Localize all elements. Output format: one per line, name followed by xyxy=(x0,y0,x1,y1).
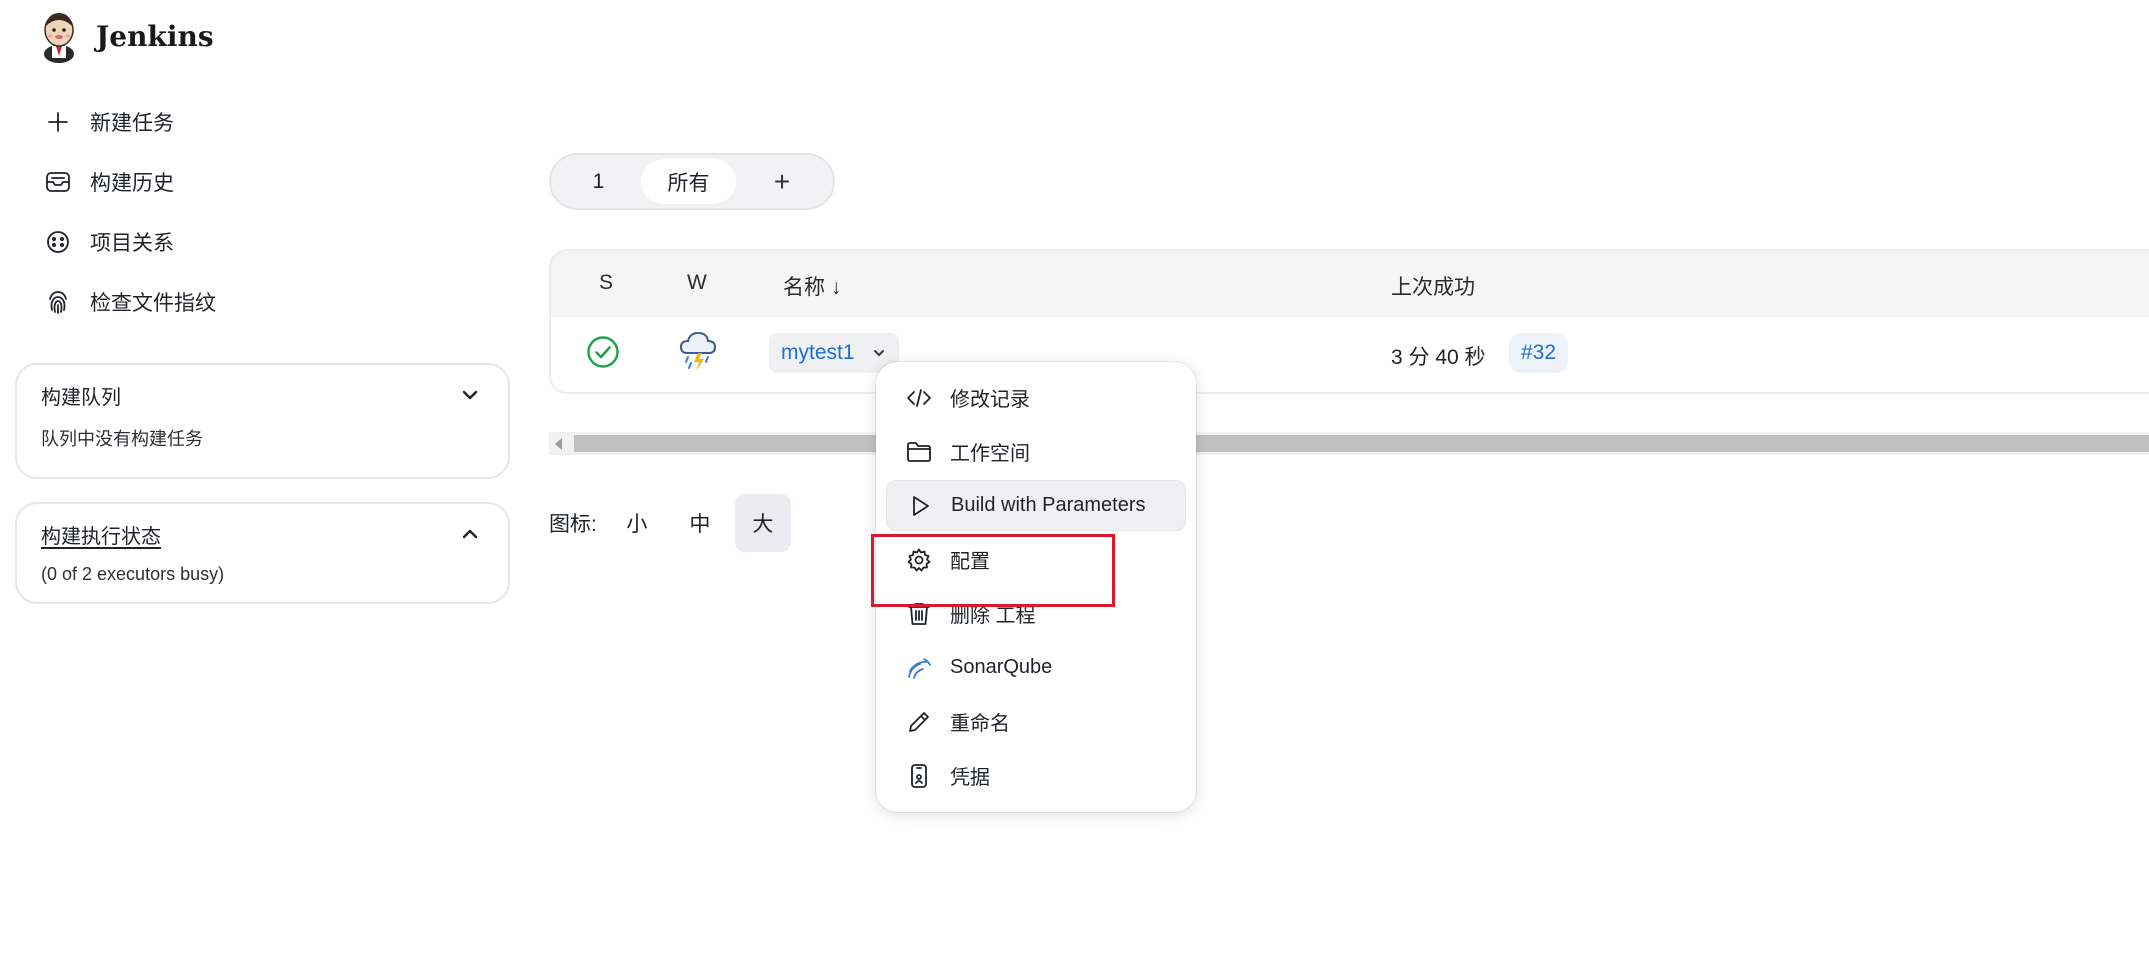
relationship-icon xyxy=(47,231,69,253)
menu-item-rename[interactable]: 重命名 xyxy=(886,696,1186,747)
credentials-icon xyxy=(911,763,927,788)
menu-item-changes[interactable]: 修改记录 xyxy=(886,372,1186,423)
icon-size-large[interactable]: 大 xyxy=(734,494,791,552)
tab-1[interactable]: 1 xyxy=(556,159,641,204)
success-status-icon xyxy=(587,336,619,368)
side-nav: 新建任务 构建历史 项目关系 检查文件指纹 xyxy=(44,92,484,332)
table-row: mytest1 3 分 40 秒 #32 xyxy=(551,317,2149,392)
fingerprint-icon xyxy=(49,291,67,314)
nav-new-item[interactable]: 新建任务 xyxy=(44,92,484,152)
menu-item-label: 重命名 xyxy=(950,713,1010,735)
executor-status-title[interactable]: 构建执行状态 xyxy=(41,520,161,549)
scroll-left-arrow-icon[interactable] xyxy=(555,438,562,450)
menu-item-credentials[interactable]: 凭据 xyxy=(886,750,1186,801)
nav-project-relationship[interactable]: 项目关系 xyxy=(44,212,484,272)
menu-item-sonarqube[interactable]: SonarQube xyxy=(886,642,1186,693)
nav-fingerprint-label: 检查文件指纹 xyxy=(90,292,216,315)
menu-item-label: 工作空间 xyxy=(950,443,1030,465)
scrollbar-thumb[interactable] xyxy=(574,435,2149,452)
menu-item-workspace[interactable]: 工作空间 xyxy=(886,426,1186,477)
jenkins-logo-icon xyxy=(44,13,74,63)
nav-fingerprint[interactable]: 检查文件指纹 xyxy=(44,272,484,332)
brand-name[interactable]: Jenkins xyxy=(96,20,214,53)
configure-highlight-box xyxy=(871,534,1115,607)
sonarqube-icon xyxy=(908,657,931,679)
menu-item-label: SonarQube xyxy=(950,656,1053,678)
build-queue-toggle[interactable] xyxy=(456,381,484,409)
menu-item-label: 凭据 xyxy=(950,767,990,789)
horizontal-scrollbar[interactable] xyxy=(549,432,2149,455)
jobs-table: S W 名称 ↓ 上次成功 mytest1 3 分 40 秒 #32 xyxy=(549,249,2149,394)
menu-item-label: 修改记录 xyxy=(950,389,1030,411)
column-weather[interactable]: W xyxy=(687,271,707,295)
nav-build-history[interactable]: 构建历史 xyxy=(44,152,484,212)
nav-project-relationship-label: 项目关系 xyxy=(90,232,174,255)
executor-status-panel: 构建执行状态 (0 of 2 executors busy) xyxy=(15,502,510,604)
last-success-time: 3 分 40 秒 xyxy=(1391,346,1486,369)
nav-build-history-label: 构建历史 xyxy=(90,172,174,195)
icon-size-picker: 图标: 小 中 大 xyxy=(549,494,798,552)
column-last-success[interactable]: 上次成功 xyxy=(1391,271,1475,301)
brand[interactable]: Jenkins xyxy=(36,8,214,64)
build-queue-empty-text: 队列中没有构建任务 xyxy=(41,429,203,449)
add-view-button[interactable]: + xyxy=(736,159,828,204)
pencil-icon xyxy=(909,711,929,732)
icon-size-medium[interactable]: 中 xyxy=(672,494,728,552)
tab-all[interactable]: 所有 xyxy=(641,159,736,204)
play-icon xyxy=(913,495,929,516)
folder-icon xyxy=(907,441,931,462)
column-status[interactable]: S xyxy=(599,271,613,295)
view-tabs: 1 所有 + xyxy=(549,153,835,210)
menu-item-label: Build with Parameters xyxy=(951,494,1146,516)
inbox-icon xyxy=(46,172,70,192)
build-queue-title: 构建队列 xyxy=(41,386,121,409)
column-name[interactable]: 名称 ↓ xyxy=(783,271,841,301)
executor-status-text: (0 of 2 executors busy) xyxy=(41,564,225,584)
build-queue-panel: 构建队列 队列中没有构建任务 xyxy=(15,363,510,479)
icon-size-small[interactable]: 小 xyxy=(609,494,665,552)
menu-item-build-with-parameters[interactable]: Build with Parameters xyxy=(886,480,1186,531)
plus-icon xyxy=(48,112,68,132)
thunderstorm-weather-icon xyxy=(679,331,717,371)
executor-status-toggle[interactable] xyxy=(456,520,484,548)
last-success-build-link[interactable]: #32 xyxy=(1509,333,1569,373)
table-header: S W 名称 ↓ 上次成功 xyxy=(551,251,2149,317)
chevron-down-icon xyxy=(462,390,478,400)
icon-size-label: 图标: xyxy=(549,513,597,536)
code-icon xyxy=(907,388,931,407)
job-name[interactable]: mytest1 xyxy=(781,341,855,365)
chevron-down-icon[interactable] xyxy=(871,345,887,361)
chevron-up-icon xyxy=(462,529,478,539)
nav-new-item-label: 新建任务 xyxy=(90,112,174,135)
job-link-mytest1[interactable]: mytest1 xyxy=(769,333,899,373)
